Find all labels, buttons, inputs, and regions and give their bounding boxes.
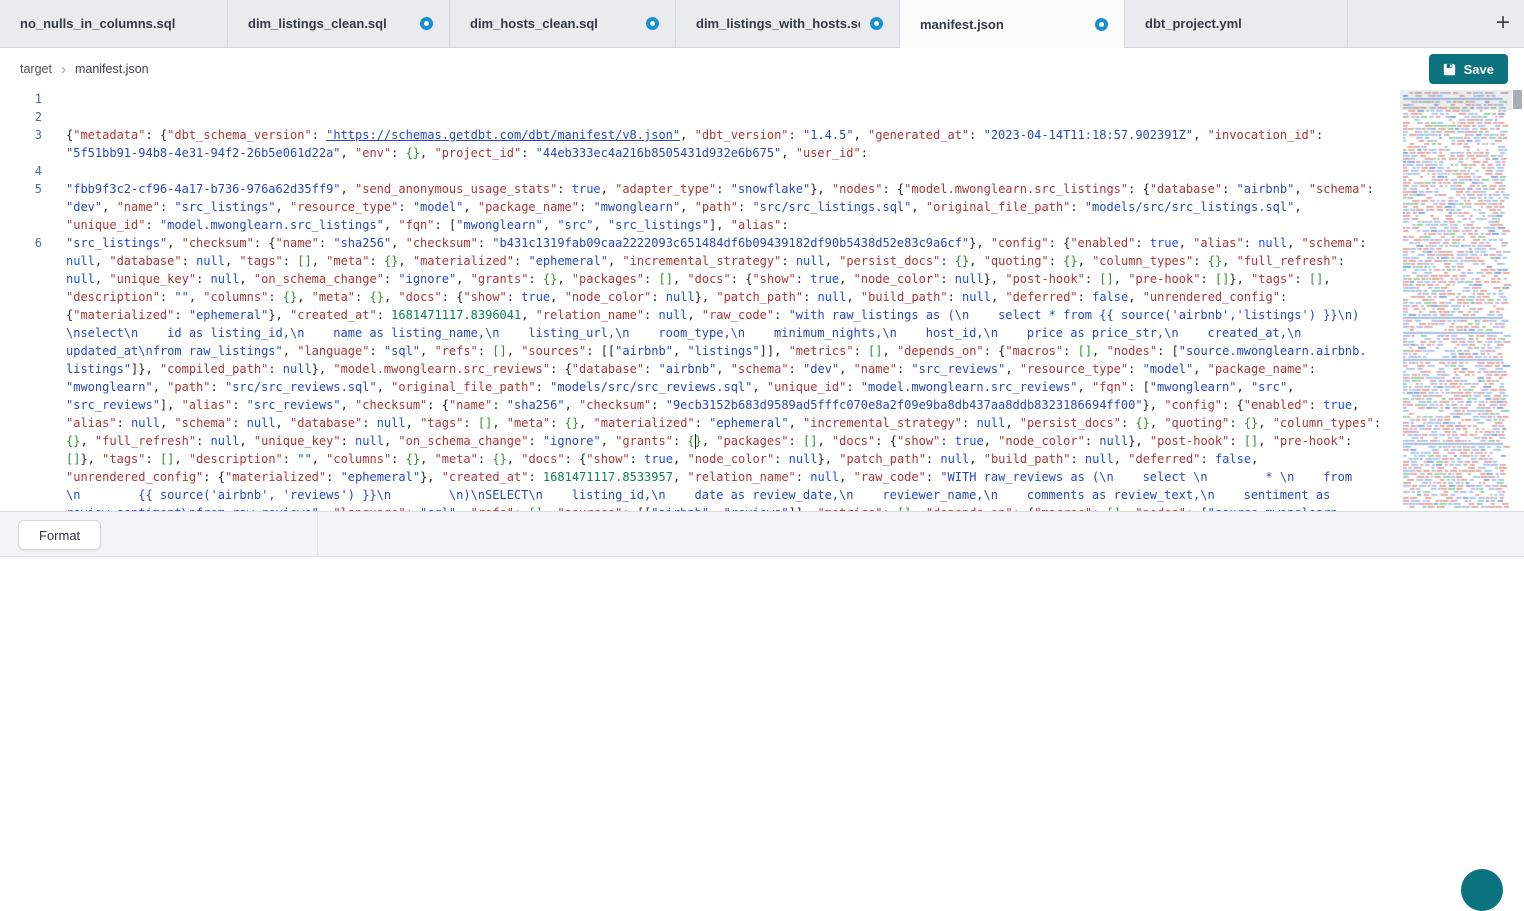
code-row: updated_at\nfrom raw_listings", "languag… [0,342,1400,360]
code-row: "mwonglearn", "path": "src/src_reviews.s… [0,378,1400,396]
code-row: "src_listings", "checksum": {"name": "sh… [0,234,1400,252]
bottom-panel-divider [317,512,318,556]
tab-label: no_nulls_in_columns.sql [20,16,175,31]
save-button[interactable]: Save [1429,54,1508,84]
tab-label: dim_listings_with_hosts.sql [696,16,860,31]
code-row: \n {{ source('airbnb', 'reviews') }}\n \… [0,486,1400,504]
format-button[interactable]: Format [18,520,101,550]
code-row [0,90,1400,108]
code-row: "unique_id": "model.mwonglearn.src_listi… [0,216,1400,234]
modified-dot-icon[interactable] [420,17,433,30]
tab-dim-hosts-clean[interactable]: dim_hosts_clean.sql [450,0,676,47]
code-row: {"metadata": {"dbt_schema_version": "htt… [0,126,1400,144]
bottom-panel: Format [0,511,1524,557]
minimap[interactable] [1400,90,1512,511]
code-row: \nselect\n id as listing_id,\n name as l… [0,324,1400,342]
code-row [0,108,1400,126]
code-row: null, "unique_key": null, "on_schema_cha… [0,270,1400,288]
vertical-scrollbar-thumb[interactable] [1513,90,1522,109]
modified-dot-icon[interactable] [1095,18,1108,31]
tab-bar: no_nulls_in_columns.sql dim_listings_cle… [0,0,1524,47]
code-row: listings"]}, "compiled_path": null}, "mo… [0,360,1400,378]
chevron-right-icon: › [61,62,66,77]
tab-dim-listings-clean[interactable]: dim_listings_clean.sql [228,0,450,47]
tab-no-nulls-in-columns[interactable]: no_nulls_in_columns.sql [0,0,228,47]
code-row: "alias": null, "schema": null, "database… [0,414,1400,432]
tab-dbt-project-yml[interactable]: dbt_project.yml [1125,0,1348,47]
results-empty-area [0,557,1524,875]
tab-manifest-json[interactable]: manifest.json [900,0,1125,48]
tab-label: manifest.json [920,17,1004,32]
code-row [0,162,1400,180]
code-row: "5f51bb91-94b8-4e31-94f2-26b5e061d22a", … [0,144,1400,162]
code-row: "fbb9f3c2-cf96-4a17-b736-976a62d35ff9", … [0,180,1400,198]
code-editor[interactable]: 123{"metadata": {"dbt_schema_version": "… [0,90,1400,511]
breadcrumb-file: manifest.json [75,62,149,76]
toolbar: target › manifest.json Save [0,48,1524,90]
modified-dot-icon[interactable] [870,17,883,30]
code-row: {}, "full_refresh": null, "unique_key": … [0,432,1400,450]
tab-label: dim_listings_clean.sql [248,16,387,31]
code-row: "unrendered_config": {"materialized": "e… [0,468,1400,486]
tab-dim-listings-with-hosts[interactable]: dim_listings_with_hosts.sql [676,0,900,47]
text-caret [695,434,697,449]
code-row: []}, "tags": [], "description": "", "col… [0,450,1400,468]
code-row: "dev", "name": "src_listings", "resource… [0,198,1400,216]
new-tab-button[interactable]: + [1488,9,1518,39]
code-row: review_sentiment\nfrom raw_reviews", "la… [0,504,1400,511]
tab-label: dbt_project.yml [1145,16,1242,31]
code-row: "description": "", "columns": {}, "meta"… [0,288,1400,306]
breadcrumb-folder: target [20,62,52,76]
help-bubble-button[interactable] [1461,869,1503,911]
save-label: Save [1464,62,1494,77]
save-floppy-icon [1443,63,1456,76]
tab-label: dim_hosts_clean.sql [470,16,598,31]
breadcrumb: target › manifest.json [20,48,149,90]
code-row: null, "database": null, "tags": [], "met… [0,252,1400,270]
modified-dot-icon[interactable] [646,17,659,30]
code-row: "src_reviews"], "alias": "src_reviews", … [0,396,1400,414]
code-row: {"materialized": "ephemeral"}, "created_… [0,306,1400,324]
